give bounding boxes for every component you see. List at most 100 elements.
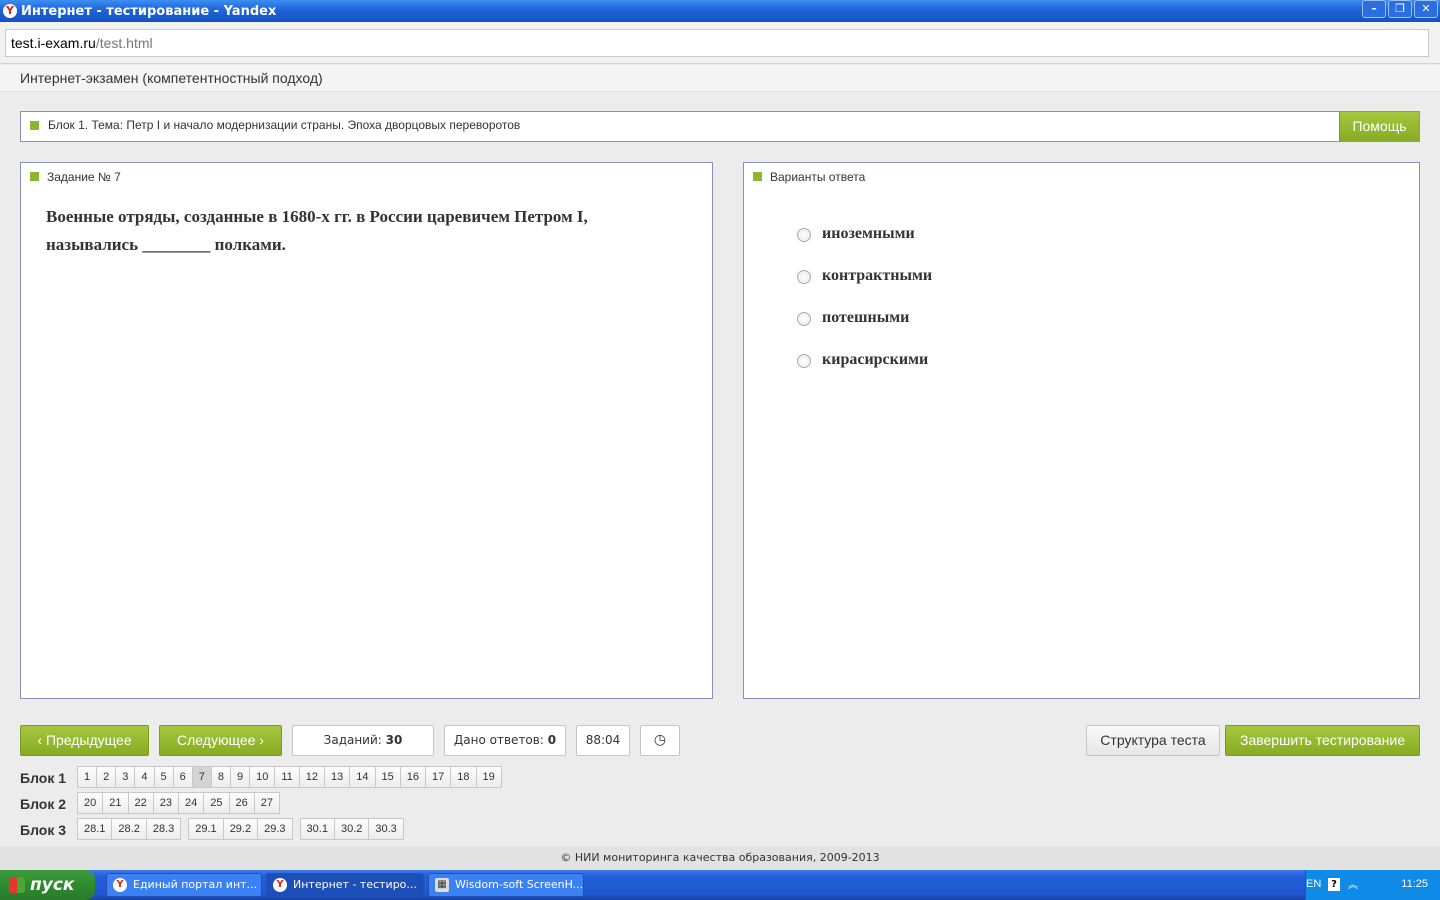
task-number-button[interactable]: 2 (96, 766, 117, 788)
answer-option[interactable]: потешными (797, 308, 909, 328)
answer-option[interactable]: контрактными (797, 266, 932, 286)
chevron-right-icon: › (255, 732, 264, 748)
minimize-icon[interactable]: – (1362, 0, 1386, 18)
taskbar-item-label: Интернет - тестиро... (293, 878, 417, 891)
task-number-button[interactable]: 17 (425, 766, 452, 788)
clock-icon: ◷ (653, 732, 667, 748)
browser-toolbar: test.i-exam.ru/test.html (0, 22, 1440, 64)
task-number-button[interactable]: 10 (249, 766, 276, 788)
taskbar-item-active[interactable]: Y Интернет - тестиро... (266, 873, 424, 897)
task-number-button[interactable]: 8 (210, 766, 231, 788)
bullet-square-icon (753, 172, 762, 181)
task-number-button[interactable]: 15 (374, 766, 401, 788)
task-number-button[interactable]: 24 (178, 792, 205, 814)
taskbar-item-label: Единый портал инт... (133, 878, 258, 891)
taskbar-item[interactable]: ▦ Wisdom-soft ScreenH... (428, 873, 584, 897)
task-number-button[interactable]: 23 (152, 792, 179, 814)
block-1-task-nav: 1 2 3 4 5 6 7 8 9 10 11 12 13 14 15 16 17 18 19 (77, 766, 502, 788)
answer-option-label: кирасирскими (822, 351, 929, 368)
task-number-button[interactable]: 16 (399, 766, 427, 788)
yandex-browser-icon: Y (3, 4, 17, 18)
answered-count: 0 (547, 733, 557, 747)
close-icon[interactable]: ✕ (1414, 0, 1438, 18)
task-number-button[interactable]: 29.3 (257, 818, 293, 840)
block-label: Блок 2 (20, 796, 67, 812)
task-number-button[interactable]: 6 (172, 766, 193, 788)
block-label: Блок 3 (20, 822, 67, 838)
chevron-up-icon[interactable]: ︽ (1348, 876, 1358, 891)
page-footer: © НИИ мониторинга качества образования, … (0, 846, 1440, 870)
task-panel: Задание № 7 Военные отряды, созданные в … (20, 162, 713, 699)
answer-option-label: иноземными (822, 225, 915, 242)
task-title: Задание № 7 (47, 170, 121, 184)
screenshot-app-icon: ▦ (435, 878, 449, 892)
task-number-current[interactable]: 7 (191, 766, 212, 788)
radio-button[interactable] (797, 270, 811, 284)
clock-button[interactable]: ◷ (640, 725, 680, 756)
block-label: Блок 1 (20, 770, 67, 786)
task-number-button[interactable]: 1 (77, 766, 98, 788)
task-number-button[interactable]: 30.1 (299, 818, 335, 840)
task-number-button[interactable]: 19 (475, 766, 502, 788)
next-button[interactable]: Следующее › (159, 725, 282, 756)
question-text: Военные отряды, созданные в 1680-х гг. в… (46, 207, 588, 254)
test-structure-button[interactable]: Структура теста (1086, 725, 1220, 756)
page-title: Интернет-экзамен (компетентностный подхо… (20, 70, 323, 86)
task-number-button[interactable]: 9 (230, 766, 251, 788)
yandex-browser-icon: Y (273, 878, 287, 892)
answers-title: Варианты ответа (770, 170, 866, 184)
task-number-button[interactable]: 18 (450, 766, 477, 788)
task-number-button[interactable]: 21 (102, 792, 129, 814)
task-number-button[interactable]: 20 (77, 792, 104, 814)
tasks-count-box: Заданий: 30 (292, 725, 434, 756)
task-number-button[interactable]: 28.3 (145, 818, 182, 840)
previous-label: Предыдущее (45, 732, 132, 748)
yandex-browser-icon: Y (113, 878, 127, 892)
answer-option-label: потешными (822, 309, 910, 326)
previous-button[interactable]: ‹ Предыдущее (20, 725, 149, 756)
answer-panel: Варианты ответа иноземными контрактными … (743, 162, 1420, 699)
finish-test-button[interactable]: Завершить тестирование (1225, 725, 1420, 756)
answer-option[interactable]: кирасирскими (797, 350, 928, 370)
url-host: test.i-exam.ru (11, 35, 96, 51)
task-number-button[interactable]: 13 (324, 766, 351, 788)
timer-display: 88:04 (576, 725, 630, 756)
task-number-button[interactable]: 29.2 (222, 818, 259, 840)
task-number-button[interactable]: 12 (298, 766, 326, 788)
block-3-task-nav: 28.1 28.2 28.3 29.1 29.2 29.3 30.1 30.2 30.3 (77, 818, 404, 840)
help-icon[interactable]: ? (1328, 878, 1340, 891)
task-number-button[interactable]: 28.2 (111, 818, 147, 840)
radio-button[interactable] (797, 312, 811, 326)
task-number-button[interactable]: 25 (203, 792, 230, 814)
start-label: пуск (30, 875, 75, 895)
bullet-square-icon (30, 172, 39, 181)
page-header: Интернет-экзамен (компетентностный подхо… (0, 65, 1440, 92)
address-bar[interactable]: test.i-exam.ru/test.html (5, 29, 1429, 57)
taskbar-item[interactable]: Y Единый портал инт... (106, 873, 262, 897)
task-number-button[interactable]: 11 (274, 766, 300, 788)
radio-button[interactable] (797, 354, 811, 368)
task-number-button[interactable]: 29.1 (188, 818, 224, 840)
task-number-button[interactable]: 5 (153, 766, 174, 788)
task-number-button[interactable]: 4 (134, 766, 155, 788)
task-number-button[interactable]: 30.2 (333, 818, 370, 840)
tasks-count: 30 (385, 733, 403, 747)
task-number-button[interactable]: 14 (349, 766, 376, 788)
topic-bar: Блок 1. Тема: Петр I и начало модернизац… (20, 111, 1420, 142)
radio-button[interactable] (797, 228, 811, 242)
task-number-button[interactable]: 27 (253, 792, 280, 814)
language-indicator[interactable]: EN (1306, 878, 1321, 890)
task-number-button[interactable]: 22 (127, 792, 154, 814)
help-button[interactable]: Помощь (1339, 112, 1419, 141)
task-number-button[interactable]: 3 (115, 766, 136, 788)
restore-icon[interactable]: ❐ (1388, 0, 1412, 18)
answer-option[interactable]: иноземными (797, 224, 915, 244)
task-number-button[interactable]: 30.3 (368, 818, 404, 840)
system-tray: EN ? ︽ 11:25 (1305, 870, 1440, 900)
bullet-square-icon (30, 121, 39, 130)
start-button[interactable]: пуск (0, 870, 95, 900)
answer-option-label: контрактными (822, 267, 933, 284)
task-number-button[interactable]: 28.1 (77, 818, 113, 840)
os-taskbar: пуск Y Единый портал инт... Y Интернет -… (0, 870, 1440, 900)
task-number-button[interactable]: 26 (228, 792, 255, 814)
